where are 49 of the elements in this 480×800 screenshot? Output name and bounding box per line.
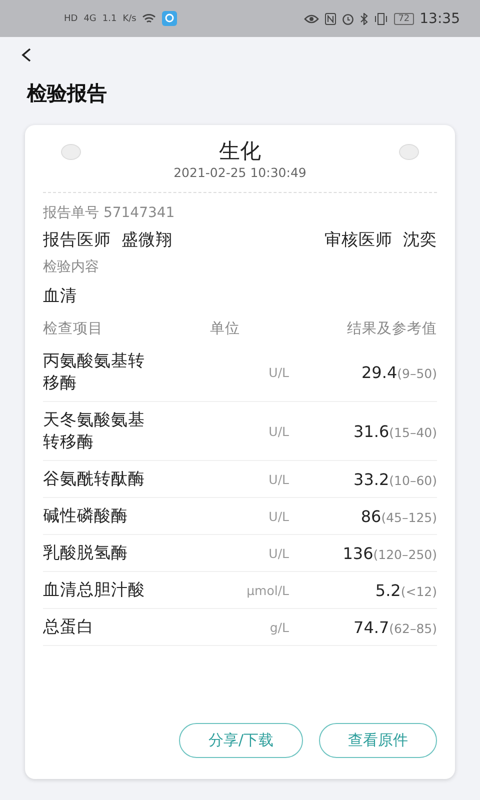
column-header: 单位 bbox=[210, 320, 240, 339]
column-header: 结果及参考值 bbox=[347, 320, 437, 339]
report-datetime: 2021-02-25 10:30:49 bbox=[174, 165, 306, 180]
wifi-icon bbox=[142, 13, 156, 24]
reviewer-text: 审核医师 沈奕 bbox=[324, 229, 437, 251]
content-label: 检验内容 bbox=[43, 258, 99, 277]
result-value: 74.7(62–85) bbox=[354, 618, 437, 636]
page-title: 检验报告 bbox=[27, 80, 108, 107]
report-number: 报告单号 57147341 bbox=[43, 204, 175, 223]
column-header: 检查项目 bbox=[43, 320, 103, 339]
unit-text: μmol/L bbox=[246, 582, 289, 598]
bluetooth-icon bbox=[360, 12, 368, 24]
item-name: 天冬氨酸氨基转移酶 bbox=[43, 409, 146, 453]
vibrate-icon bbox=[374, 12, 388, 24]
result-value: 33.2(10–60) bbox=[354, 470, 437, 488]
status-text: 4G bbox=[84, 14, 96, 24]
status-text: HD bbox=[64, 14, 78, 24]
report-title: 生化 bbox=[219, 138, 261, 165]
view-original-button[interactable]: 查看原件 bbox=[319, 723, 437, 758]
result-value: 31.6(15–40) bbox=[354, 422, 437, 440]
clock-time: 13:35 bbox=[420, 10, 460, 26]
status-text: 1.1 bbox=[102, 14, 117, 24]
unit-text: g/L bbox=[270, 620, 289, 634]
punch-hole bbox=[399, 144, 419, 160]
doctor-text: 报告医师 盛微翔 bbox=[43, 229, 172, 251]
unit-text: U/L bbox=[268, 546, 289, 560]
item-name: 谷氨酰转酞酶 bbox=[43, 468, 146, 490]
status-text: K/s bbox=[122, 14, 136, 24]
unit-text: U/L bbox=[268, 472, 289, 486]
unit-text: U/L bbox=[268, 424, 289, 438]
result-value: 86(45–125) bbox=[360, 506, 437, 526]
unit-text: U/L bbox=[268, 508, 289, 524]
item-name: 丙氨酸氨基转移酶 bbox=[43, 350, 146, 394]
punch-hole bbox=[61, 144, 81, 160]
result-value: 29.4(9–50) bbox=[362, 362, 437, 382]
item-name: 血清总胆汁酸 bbox=[43, 579, 146, 601]
unit-text: U/L bbox=[268, 364, 289, 380]
battery-icon: 72 bbox=[394, 12, 414, 24]
alarm-icon bbox=[342, 12, 354, 24]
content-value: 血清 bbox=[43, 285, 77, 307]
item-name: 总蛋白 bbox=[43, 616, 95, 638]
nfc-icon bbox=[325, 12, 336, 24]
item-name: 乳酸脱氢酶 bbox=[43, 542, 129, 564]
item-name: 碱性磷酸酶 bbox=[43, 505, 129, 527]
result-value: 5.2(<12) bbox=[375, 580, 437, 600]
result-value: 136(120–250) bbox=[342, 544, 437, 562]
app-icon bbox=[162, 11, 178, 26]
share-download-button[interactable]: 分享/下载 bbox=[179, 723, 303, 758]
eye-icon bbox=[304, 14, 320, 24]
